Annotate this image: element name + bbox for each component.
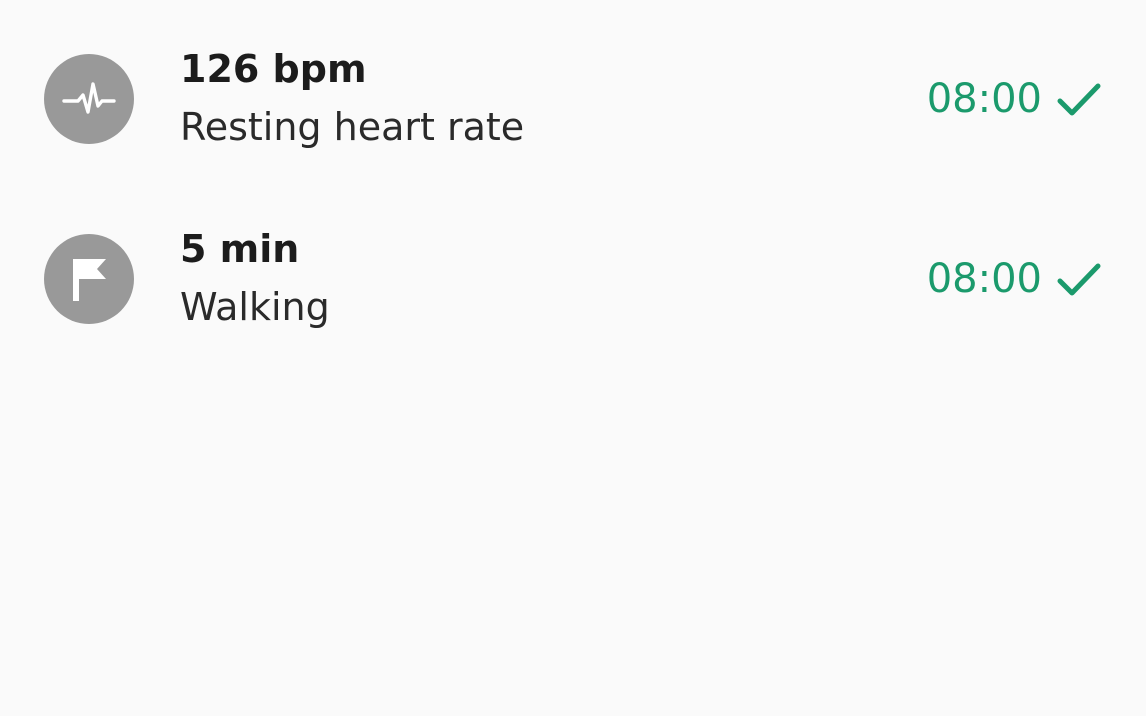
list-item-resting-heart-rate[interactable]: 126 bpm Resting heart rate 08:00 [0, 24, 1146, 174]
activity-duration: 5 min [180, 227, 300, 271]
item-text: 126 bpm Resting heart rate [180, 46, 524, 150]
checkmark-icon [1056, 260, 1102, 300]
item-text: 5 min Walking [180, 226, 330, 330]
activity-label: Walking [180, 285, 330, 329]
measurement-label: Resting heart rate [180, 105, 525, 149]
flag-icon [44, 234, 134, 324]
list-item-walking[interactable]: 5 min Walking 08:00 [0, 204, 1146, 354]
entry-time: 08:00 [926, 256, 1042, 302]
checkmark-icon [1056, 80, 1102, 120]
measurement-value: 126 bpm [180, 47, 367, 91]
entry-time: 08:00 [926, 76, 1042, 122]
pulse-icon [44, 54, 134, 144]
activity-list: 126 bpm Resting heart rate 08:00 5 min W… [0, 0, 1146, 716]
